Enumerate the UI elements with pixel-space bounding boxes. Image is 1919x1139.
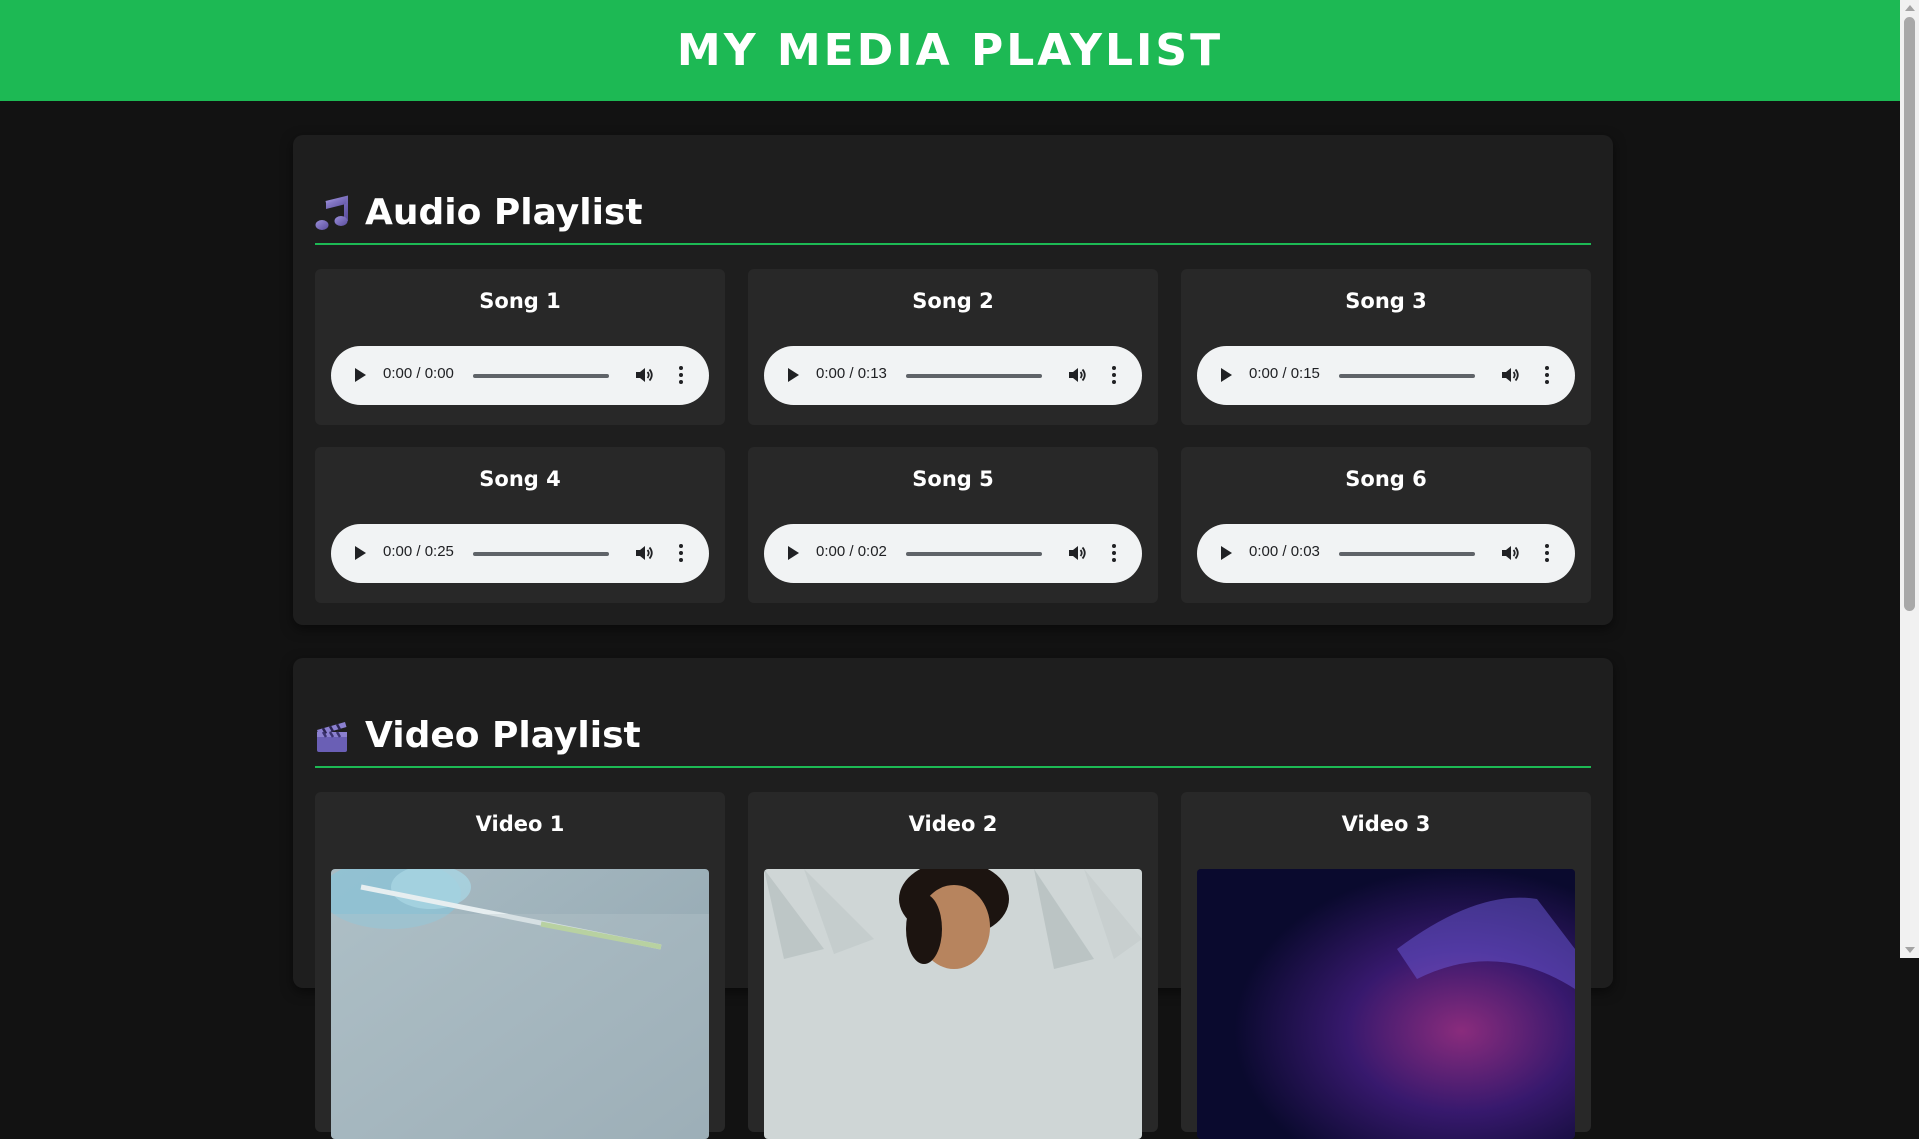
page-title: MY MEDIA PLAYLIST [676,25,1224,76]
more-options-icon[interactable] [1112,365,1116,385]
audio-card: Song 5 0:00 / 0:02 [748,447,1158,603]
audio-player[interactable]: 0:00 / 0:15 [1197,346,1575,405]
scroll-up-icon[interactable] [1905,5,1915,11]
play-icon[interactable] [355,546,366,560]
more-options-icon[interactable] [1545,365,1549,385]
more-options-icon[interactable] [1112,543,1116,563]
video-player[interactable] [764,869,1142,1139]
audio-card: Song 1 0:00 / 0:00 [315,269,725,425]
video-player[interactable] [331,869,709,1139]
play-icon[interactable] [355,368,366,382]
scroll-down-icon[interactable] [1905,947,1915,953]
song-title: Song 4 [479,467,561,491]
volume-icon[interactable] [1067,365,1087,385]
volume-icon[interactable] [634,365,654,385]
video-player[interactable] [1197,869,1575,1139]
volume-icon[interactable] [1500,543,1520,563]
time-display: 0:00 / 0:15 [1249,365,1320,382]
song-title: Song 2 [912,289,994,313]
audio-card: Song 3 0:00 / 0:15 [1181,269,1591,425]
audio-player[interactable]: 0:00 / 0:00 [331,346,709,405]
song-title: Song 1 [479,289,561,313]
more-options-icon[interactable] [679,543,683,563]
more-options-icon[interactable] [1545,543,1549,563]
video-title: Video 2 [908,812,998,836]
audio-section-title: Audio Playlist [365,192,643,233]
time-display: 0:00 / 0:03 [1249,543,1320,560]
time-display: 0:00 / 0:02 [816,543,887,560]
audio-card: Song 2 0:00 / 0:13 [748,269,1158,425]
audio-player[interactable]: 0:00 / 0:13 [764,346,1142,405]
audio-player[interactable]: 0:00 / 0:03 [1197,524,1575,583]
volume-icon[interactable] [1500,365,1520,385]
vertical-scrollbar[interactable] [1900,0,1919,958]
video-card: Video 1 [315,792,725,1139]
video-section-heading: Video Playlist [315,658,1591,768]
music-note-icon [315,195,349,231]
song-title: Song 3 [1345,289,1427,313]
volume-icon[interactable] [1067,543,1087,563]
seek-bar[interactable] [906,552,1042,556]
audio-playlist-section: Audio Playlist Song 1 0:00 / 0:00 Song 2… [293,135,1613,625]
video-card: Video 3 [1181,792,1591,1139]
more-options-icon[interactable] [679,365,683,385]
time-display: 0:00 / 0:00 [383,365,454,382]
video-card: Video 2 [748,792,1158,1139]
song-title: Song 6 [1345,467,1427,491]
seek-bar[interactable] [1339,552,1475,556]
time-display: 0:00 / 0:25 [383,543,454,560]
audio-section-heading: Audio Playlist [315,135,1591,245]
play-icon[interactable] [788,546,799,560]
video-title: Video 3 [1341,812,1431,836]
video-title: Video 1 [475,812,565,836]
scroll-thumb[interactable] [1904,17,1915,611]
audio-player[interactable]: 0:00 / 0:25 [331,524,709,583]
seek-bar[interactable] [473,374,609,378]
volume-icon[interactable] [634,543,654,563]
play-icon[interactable] [788,368,799,382]
audio-card: Song 6 0:00 / 0:03 [1181,447,1591,603]
play-icon[interactable] [1221,368,1232,382]
video-playlist-section: Video Playlist Video 1 Video 2 Video 3 [293,658,1613,1139]
seek-bar[interactable] [473,552,609,556]
song-title: Song 5 [912,467,994,491]
audio-card: Song 4 0:00 / 0:25 [315,447,725,603]
time-display: 0:00 / 0:13 [816,365,887,382]
clapper-board-icon [315,718,349,754]
audio-player[interactable]: 0:00 / 0:02 [764,524,1142,583]
video-section-title: Video Playlist [365,715,641,756]
page-header: MY MEDIA PLAYLIST [0,0,1900,101]
play-icon[interactable] [1221,546,1232,560]
seek-bar[interactable] [1339,374,1475,378]
seek-bar[interactable] [906,374,1042,378]
